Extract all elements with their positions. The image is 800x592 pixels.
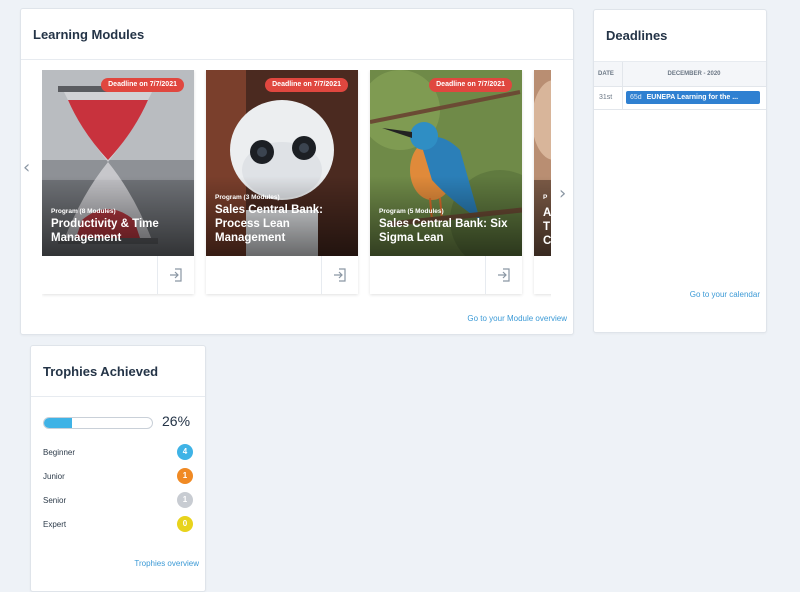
deadline-date: 31st <box>599 94 613 101</box>
deadline-event[interactable]: 65d EUNEPA Learning for the ... <box>626 91 760 104</box>
column-date: DATE <box>598 71 614 77</box>
card-subtitle: Program (5 Modules) <box>379 208 444 215</box>
module-image-robot: Deadline on 7/7/2021 Program (3 Modules)… <box>206 70 358 256</box>
deadline-row: 31st 65d EUNEPA Learning for the ... <box>594 87 766 110</box>
module-card[interactable]: Deadline on 7/7/2021 Program (3 Modules)… <box>206 70 358 294</box>
learning-modules-panel: Learning Modules ‹ › Deadline on 7/7/202… <box>20 8 574 335</box>
trophy-progress-fill <box>44 418 73 428</box>
trophy-progress-percent: 26% <box>162 413 191 429</box>
trophies-title: Trophies Achieved <box>43 364 159 379</box>
trophy-level-junior: Junior 1 <box>43 468 193 486</box>
trophies-overview-link[interactable]: Trophies overview <box>134 559 199 568</box>
column-divider <box>622 87 623 109</box>
card-title: Productivity & Time Management <box>51 218 159 244</box>
trophy-level-beginner: Beginner 4 <box>43 444 193 462</box>
deadlines-title: Deadlines <box>606 28 668 43</box>
deadlines-panel: Deadlines DATE DECEMBER - 2020 31st 65d … <box>593 9 767 333</box>
trophy-level-senior: Senior 1 <box>43 492 193 510</box>
divider <box>21 59 573 60</box>
sign-in-icon <box>498 268 510 282</box>
card-title: Sales Central Bank: Process Lean Managem… <box>215 204 324 244</box>
module-carousel: Deadline on 7/7/2021 Program (8 Modules)… <box>42 70 551 304</box>
card-footer <box>206 256 358 294</box>
card-subtitle: P <box>543 194 548 201</box>
divider <box>31 396 205 397</box>
card-footer <box>534 256 551 294</box>
module-card[interactable]: P A T C <box>534 70 551 294</box>
module-overview-link[interactable]: Go to your Module overview <box>467 314 567 323</box>
trophy-count-badge: 0 <box>177 516 193 532</box>
learning-modules-title: Learning Modules <box>33 27 145 42</box>
module-card[interactable]: Deadline on 7/7/2021 Program (5 Modules)… <box>370 70 522 294</box>
trophy-level-label: Junior <box>43 472 65 481</box>
trophy-count-badge: 4 <box>177 444 193 460</box>
trophy-level-expert: Expert 0 <box>43 516 193 534</box>
module-image-hourglass: Deadline on 7/7/2021 Program (8 Modules)… <box>42 70 194 256</box>
event-days: 65d <box>630 94 642 101</box>
enter-module-button[interactable] <box>157 256 194 294</box>
trophy-count-badge: 1 <box>177 468 193 484</box>
chevron-left-icon[interactable]: ‹ <box>23 157 30 178</box>
module-image-kingfisher: Deadline on 7/7/2021 Program (5 Modules)… <box>370 70 522 256</box>
sign-in-icon <box>170 268 182 282</box>
trophy-count-badge: 1 <box>177 492 193 508</box>
trophy-level-label: Senior <box>43 496 67 505</box>
card-subtitle: Program (3 Modules) <box>215 194 280 201</box>
chevron-right-icon[interactable]: › <box>559 183 566 204</box>
deadline-badge: Deadline on 7/7/2021 <box>101 78 184 92</box>
card-title: Sales Central Bank: Six Sigma Lean <box>379 218 508 244</box>
trophies-panel: Trophies Achieved 26% Beginner 4 Junior … <box>30 345 206 592</box>
calendar-link[interactable]: Go to your calendar <box>690 290 760 299</box>
deadline-badge: Deadline on 7/7/2021 <box>265 78 348 92</box>
card-footer <box>370 256 522 294</box>
deadline-badge: Deadline on 7/7/2021 <box>429 78 512 92</box>
module-card[interactable]: Deadline on 7/7/2021 Program (8 Modules)… <box>42 70 194 294</box>
card-title: A T C <box>543 207 551 247</box>
trophy-level-label: Expert <box>43 520 67 529</box>
enter-module-button[interactable] <box>485 256 522 294</box>
trophy-progress-bar <box>43 417 153 429</box>
module-image-hand: P A T C <box>534 70 551 256</box>
sign-in-icon <box>334 268 346 282</box>
column-month: DECEMBER - 2020 <box>667 71 721 77</box>
card-footer <box>42 256 194 294</box>
event-title: EUNEPA Learning for the ... <box>646 94 739 101</box>
trophy-level-label: Beginner <box>43 448 76 457</box>
enter-module-button[interactable] <box>321 256 358 294</box>
card-subtitle: Program (8 Modules) <box>51 208 116 215</box>
deadlines-table-header: DATE DECEMBER - 2020 <box>594 62 766 87</box>
